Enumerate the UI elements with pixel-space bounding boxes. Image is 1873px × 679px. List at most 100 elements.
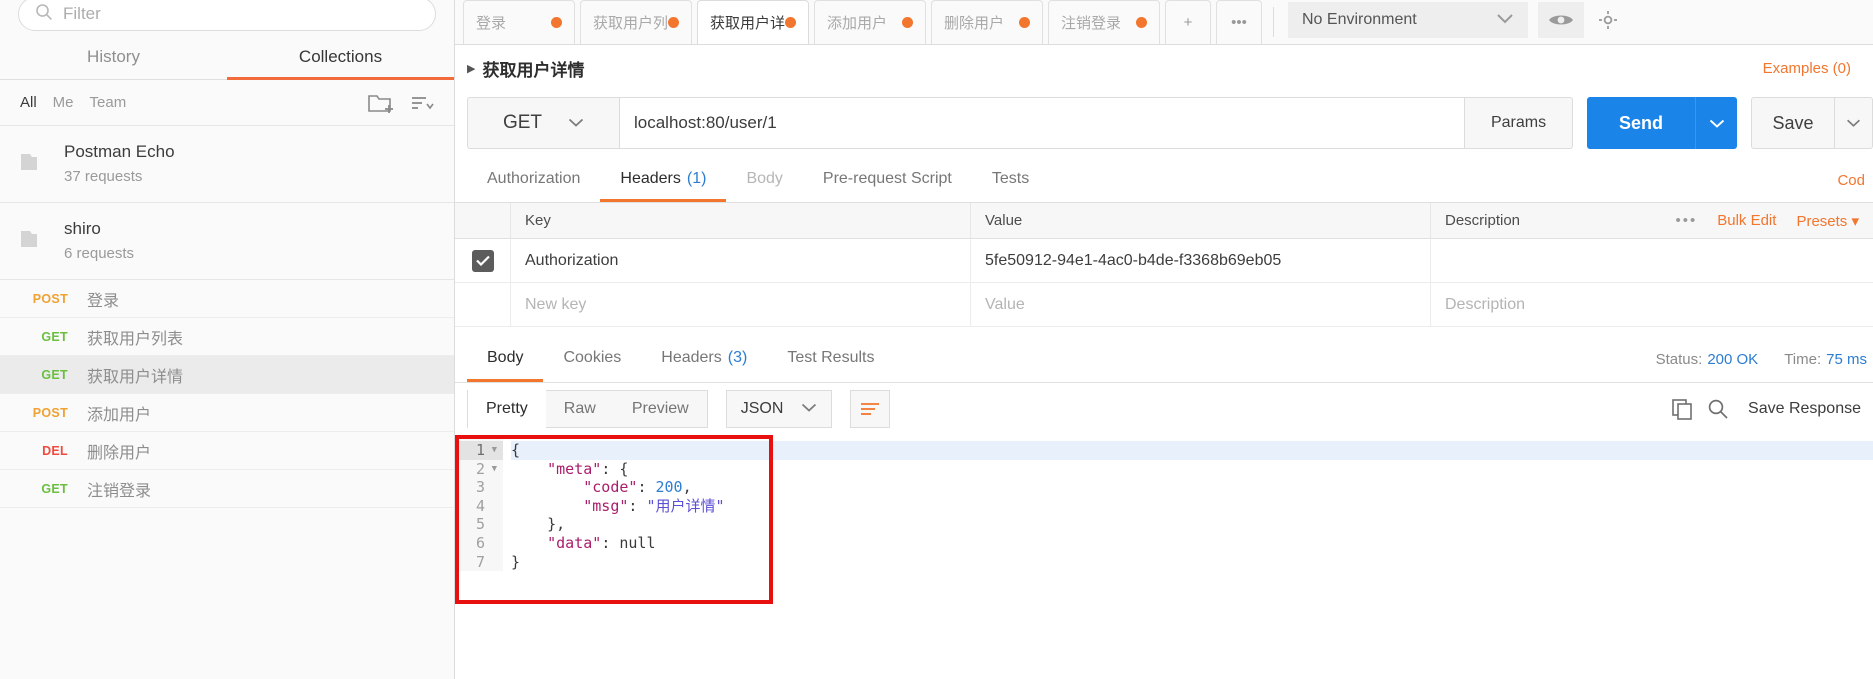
sidebar-request-user-list[interactable]: GET 获取用户列表 [0, 318, 454, 356]
sort-icon[interactable] [410, 94, 434, 112]
line-number-text: 6 [475, 533, 485, 552]
examples-link[interactable]: Examples (0) [1763, 60, 1851, 77]
url-input[interactable]: localhost:80/user/1 [619, 97, 1465, 149]
unsaved-dot-icon[interactable] [551, 17, 562, 28]
response-tab-headers[interactable]: Headers (3) [641, 337, 767, 382]
view-mode-preview[interactable]: Preview [614, 390, 707, 428]
response-tab-cookies[interactable]: Cookies [543, 337, 641, 382]
sidebar-tab-collections[interactable]: Collections [227, 36, 454, 80]
presets-dropdown[interactable]: Presets ▾ [1796, 212, 1859, 230]
response-body-area[interactable]: 1 ▼ 2 ▼ 3 4 5 6 7 { "meta": { "code": 200,… [455, 435, 1873, 679]
tab-pre-request-script[interactable]: Pre-request Script [803, 159, 972, 202]
environment-value: No Environment [1302, 11, 1417, 28]
scope-filter-team[interactable]: Team [90, 94, 127, 111]
new-key-input[interactable]: New key [511, 283, 971, 326]
headers-table-actions: ••• Bulk Edit Presets ▾ [1675, 212, 1873, 230]
code-link[interactable]: Cod [1837, 159, 1873, 202]
checkbox-column-header [455, 202, 511, 239]
tab-label: 注销登录 [1061, 15, 1122, 32]
scope-filter-me[interactable]: Me [53, 94, 74, 111]
params-button[interactable]: Params [1465, 97, 1573, 149]
copy-icon[interactable] [1664, 398, 1700, 420]
chevron-right-icon[interactable]: ▶ [467, 62, 475, 75]
header-key[interactable]: Authorization [511, 239, 971, 282]
status-badge: Status: 200 OK [1656, 351, 1759, 368]
fold-icon[interactable]: ▼ [489, 460, 497, 479]
send-button[interactable]: Send [1587, 97, 1695, 149]
response-tab-body[interactable]: Body [467, 337, 544, 382]
collection-item-postman-echo[interactable]: Postman Echo 37 requests [0, 126, 454, 203]
search-input[interactable]: Filter [18, 0, 436, 31]
folder-icon [20, 227, 48, 256]
view-mode-raw[interactable]: Raw [546, 390, 614, 428]
more-options-icon[interactable]: ••• [1675, 212, 1697, 229]
sidebar-tab-history[interactable]: History [0, 36, 227, 80]
format-select[interactable]: JSON [725, 390, 833, 428]
unsaved-dot-icon[interactable] [1019, 17, 1030, 28]
sidebar-request-delete-user[interactable]: DEL 删除用户 [0, 432, 454, 470]
header-value[interactable]: 5fe50912-94e1-4ac0-b4de-f3368b69eb05 [971, 239, 1431, 282]
line-number: 1 ▼ [455, 441, 503, 460]
unsaved-dot-icon[interactable] [668, 17, 680, 28]
request-tab-add-user[interactable]: 添加用户 [814, 0, 926, 44]
request-tab-user-detail[interactable]: 获取用户详 [697, 0, 809, 44]
collection-list: Postman Echo 37 requests shiro 6 request… [0, 126, 454, 679]
method-select[interactable]: GET [467, 97, 619, 149]
request-tab-logout[interactable]: 注销登录 [1048, 0, 1160, 44]
tab-body[interactable]: Body [726, 159, 802, 202]
response-meta: Status: 200 OK Time: 75 ms [1656, 337, 1873, 382]
sidebar-request-login[interactable]: POST 登录 [0, 280, 454, 318]
url-bar: GET localhost:80/user/1 Params Send Save [455, 91, 1873, 159]
environment-select[interactable]: No Environment [1288, 2, 1528, 38]
line-number: 3 [455, 478, 503, 497]
sidebar-request-user-detail[interactable]: GET 获取用户详情 [0, 356, 454, 394]
collection-item-shiro[interactable]: shiro 6 requests [0, 203, 454, 280]
gear-icon[interactable] [1594, 10, 1622, 30]
new-folder-icon[interactable] [368, 92, 394, 114]
sidebar-request-logout[interactable]: GET 注销登录 [0, 470, 454, 508]
request-tab-user-list[interactable]: 获取用户列 [580, 0, 692, 44]
line-number-text: 3 [475, 478, 485, 497]
tab-headers[interactable]: Headers (1) [600, 159, 727, 202]
tab-label: 删除用户 [944, 15, 1005, 32]
more-tabs-button[interactable]: ••• [1216, 0, 1262, 44]
search-icon[interactable] [1700, 398, 1736, 420]
new-tab-button[interactable]: + [1165, 0, 1211, 44]
save-options-button[interactable] [1835, 97, 1873, 149]
unsaved-dot-icon[interactable] [785, 17, 797, 28]
view-mode-pretty[interactable]: Pretty [468, 390, 546, 428]
row-checkbox[interactable] [471, 249, 494, 272]
scope-filter-all[interactable]: All [20, 94, 37, 111]
bulk-edit-link[interactable]: Bulk Edit [1717, 212, 1776, 229]
view-mode-group: Pretty Raw Preview [467, 390, 708, 428]
response-tab-test-results[interactable]: Test Results [767, 337, 894, 382]
tab-label: Headers [661, 349, 722, 366]
fold-icon[interactable]: ▼ [489, 441, 497, 460]
tab-tests[interactable]: Tests [972, 159, 1049, 202]
response-body-toolbar: Pretty Raw Preview JSON Save Response [455, 383, 1873, 435]
unsaved-dot-icon[interactable] [902, 17, 913, 28]
code-line: "msg": "用户详情" [583, 496, 725, 515]
save-button[interactable]: Save [1751, 97, 1835, 149]
request-method-badge: POST [32, 291, 68, 306]
request-method-badge: GET [41, 329, 68, 344]
code-lines[interactable]: { "meta": { "code": 200, "msg": "用户详情" }… [503, 435, 1873, 571]
eye-icon[interactable] [1538, 2, 1584, 38]
unsaved-dot-icon[interactable] [1136, 17, 1147, 28]
time-badge: Time: 75 ms [1784, 351, 1867, 368]
tab-authorization[interactable]: Authorization [467, 159, 600, 202]
request-tab-login[interactable]: 登录 [463, 0, 575, 44]
new-description-input[interactable]: Description [1431, 283, 1873, 326]
word-wrap-icon[interactable] [850, 390, 891, 428]
sidebar-request-add-user[interactable]: POST 添加用户 [0, 394, 454, 432]
collection-name: shiro [64, 219, 101, 239]
request-tab-delete-user[interactable]: 删除用户 [931, 0, 1043, 44]
header-description[interactable] [1431, 239, 1873, 282]
save-response-button[interactable]: Save Response [1736, 400, 1873, 418]
tab-label: Test Results [787, 349, 875, 366]
line-number: 5 [455, 515, 503, 534]
new-value-input[interactable]: Value [971, 283, 1431, 326]
tab-label: Headers [620, 170, 681, 187]
tab-label: 获取用户详 [710, 15, 786, 32]
send-options-button[interactable] [1695, 97, 1737, 149]
